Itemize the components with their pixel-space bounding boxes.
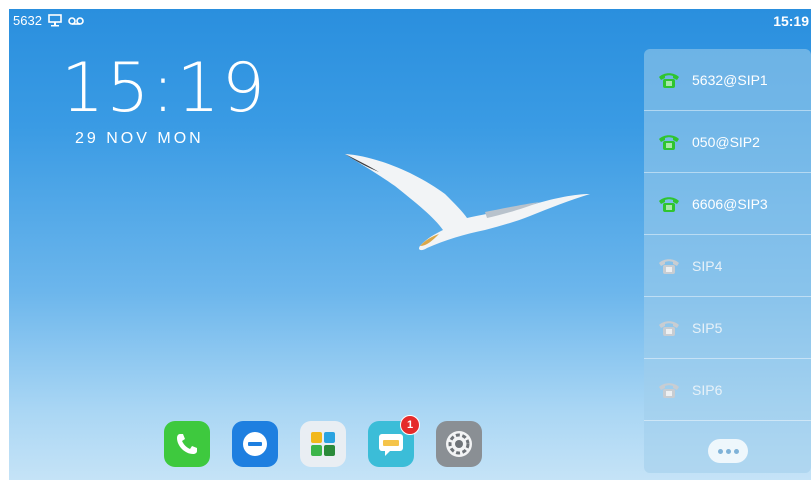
account-label: 5632@SIP1 [692,71,768,88]
phone-inactive-icon [658,379,680,401]
more-dot-icon [717,448,723,454]
more-accounts-button[interactable] [708,439,748,463]
apps-grid-icon[interactable] [300,421,346,467]
account-label: SIP4 [692,257,723,274]
phone-inactive-icon [658,317,680,339]
dnd-app-icon[interactable] [232,421,278,467]
status-time: 15:19 [773,13,809,29]
clock-time: 15:19 [61,49,267,128]
status-extension: 5632 [13,13,42,28]
message-count-badge: 1 [400,415,420,435]
network-icon [48,14,62,27]
phone-inactive-icon [658,255,680,277]
app-dock: 1 [164,415,482,467]
status-bar: 5632 15:19 [9,9,811,35]
messages-app-icon[interactable]: 1 [368,415,420,467]
account-panel: 5632@SIP1 050@SIP2 6606@SIP3 SIP4 SIP5 S… [644,49,811,473]
clock-date: 29 NOV MON [75,130,204,147]
home-screen: 5632 15:19 15:19 29 NOV MON 1 5632@SIP1 … [9,9,811,480]
account-label: SIP6 [692,381,723,398]
more-dot-icon [733,448,739,454]
account-item-sip3[interactable]: 6606@SIP3 [644,173,811,235]
account-item-sip4[interactable]: SIP4 [644,235,811,297]
phone-registered-icon [658,193,680,215]
phone-registered-icon [658,131,680,153]
account-item-sip2[interactable]: 050@SIP2 [644,111,811,173]
phone-app-icon[interactable] [164,421,210,467]
voicemail-icon [68,16,84,26]
account-item-sip5[interactable]: SIP5 [644,297,811,359]
more-dot-icon [725,448,731,454]
account-item-sip1[interactable]: 5632@SIP1 [644,49,811,111]
settings-app-icon[interactable] [436,421,482,467]
account-item-sip6[interactable]: SIP6 [644,359,811,421]
account-label: 6606@SIP3 [692,195,768,212]
status-left: 5632 [13,13,84,28]
phone-registered-icon [658,69,680,91]
account-label: SIP5 [692,319,723,336]
account-label: 050@SIP2 [692,133,760,150]
seagull-image [335,142,595,267]
